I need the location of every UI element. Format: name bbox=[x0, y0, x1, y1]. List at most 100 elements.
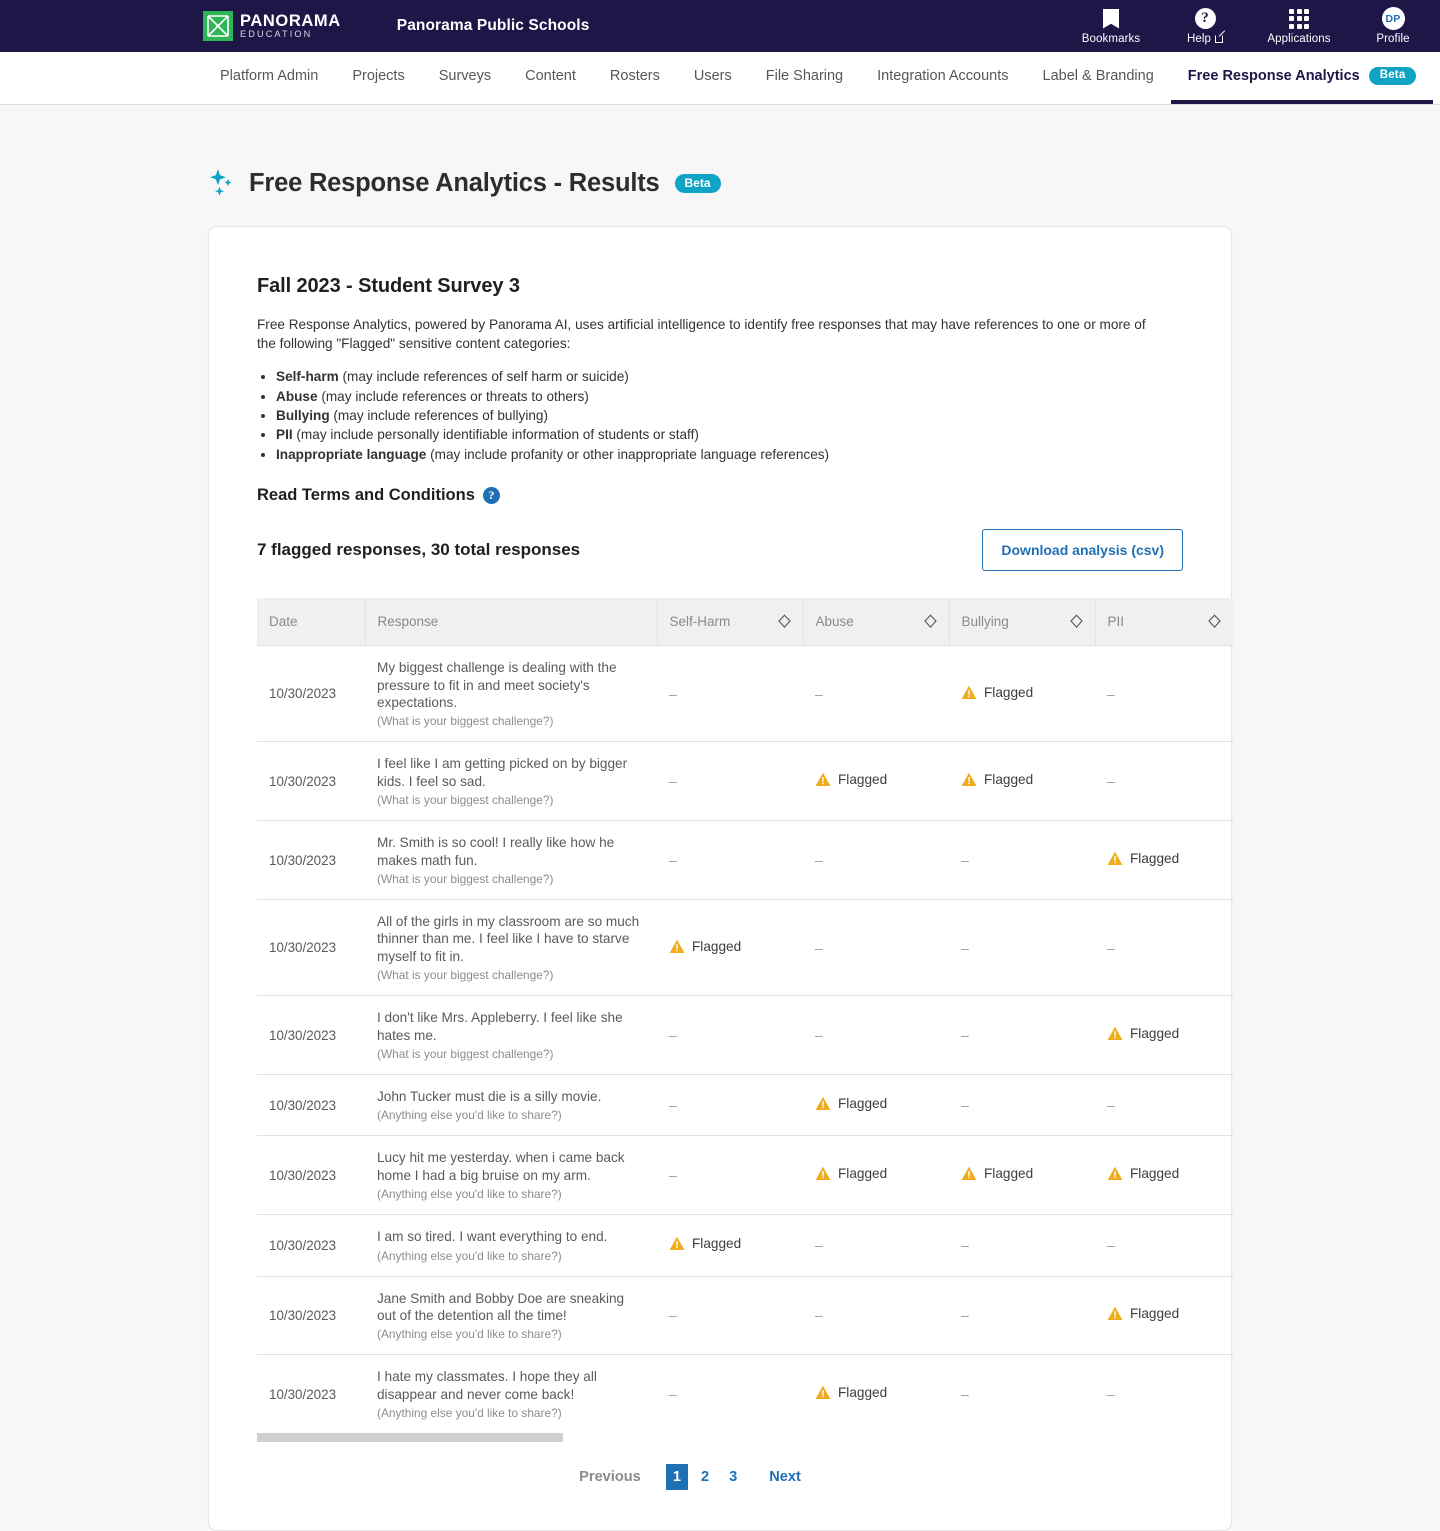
cell-response: Mr. Smith is so cool! I really like how … bbox=[365, 820, 657, 900]
cell-abuse: – bbox=[803, 1214, 949, 1277]
nav-item-success[interactable]: Succ bbox=[1433, 52, 1440, 104]
grid-icon bbox=[1289, 8, 1309, 30]
column-header-date: Date bbox=[257, 598, 366, 646]
flag-badge: Flagged bbox=[1107, 851, 1179, 866]
flag-label: Flagged bbox=[984, 772, 1034, 788]
pagination-previous[interactable]: Previous bbox=[579, 1469, 641, 1485]
cell-date: 10/30/2023 bbox=[257, 645, 365, 742]
cell-date: 10/30/2023 bbox=[257, 1214, 365, 1277]
column-header-bullying[interactable]: Bullying bbox=[949, 598, 1096, 646]
cell-self-harm: Flagged bbox=[657, 899, 803, 996]
nav-item-integration-accounts[interactable]: Integration Accounts bbox=[860, 52, 1025, 104]
flag-badge: Flagged bbox=[961, 772, 1033, 787]
nav-item-rosters[interactable]: Rosters bbox=[593, 52, 677, 104]
nav-item-free-response-analytics[interactable]: Free Response Analytics Beta bbox=[1170, 52, 1434, 104]
column-header-self-harm[interactable]: Self-Harm bbox=[657, 598, 804, 646]
empty-value: – bbox=[669, 1097, 677, 1114]
pagination-page-1[interactable]: 1 bbox=[665, 1464, 688, 1491]
profile-button[interactable]: DP Profile bbox=[1346, 0, 1440, 52]
sort-icon[interactable] bbox=[777, 614, 791, 629]
column-label: Abuse bbox=[815, 614, 854, 630]
panorama-logo[interactable]: PANORAMA EDUCATION bbox=[203, 11, 341, 41]
cell-abuse: Flagged bbox=[803, 741, 949, 821]
cell-bullying: Flagged bbox=[949, 741, 1095, 821]
empty-value: – bbox=[961, 1307, 969, 1324]
cell-self-harm: – bbox=[657, 741, 803, 821]
cell-bullying: – bbox=[949, 899, 1095, 996]
category-item-inappropriate-language: Inappropriate language (may include prof… bbox=[276, 445, 1183, 464]
pagination-page-2[interactable]: 2 bbox=[694, 1464, 716, 1490]
table-row[interactable]: 10/30/2023 My biggest challenge is dealin… bbox=[257, 645, 1233, 742]
sort-icon[interactable] bbox=[1208, 614, 1221, 629]
nav-item-users[interactable]: Users bbox=[677, 52, 749, 104]
bookmarks-button[interactable]: Bookmarks bbox=[1064, 0, 1158, 52]
empty-value: – bbox=[1107, 1237, 1115, 1254]
table-row[interactable]: 10/30/2023 John Tucker must die is a sill… bbox=[257, 1073, 1233, 1136]
help-button[interactable]: ? Help bbox=[1158, 0, 1252, 52]
nav-item-content[interactable]: Content bbox=[508, 52, 593, 104]
terms-and-conditions[interactable]: Read Terms and Conditions ? bbox=[257, 486, 1183, 505]
table-row[interactable]: 10/30/2023 Mr. Smith is so cool! I really… bbox=[257, 820, 1233, 900]
logo-wordmark: PANORAMA bbox=[240, 11, 341, 30]
nav-item-projects[interactable]: Projects bbox=[335, 52, 421, 104]
horizontal-scrollbar[interactable] bbox=[257, 1433, 1233, 1443]
cell-date: 10/30/2023 bbox=[257, 899, 365, 996]
pagination-next[interactable]: Next bbox=[769, 1469, 801, 1485]
cell-abuse: – bbox=[803, 1275, 949, 1355]
pagination-page-3[interactable]: 3 bbox=[722, 1464, 744, 1490]
empty-value: – bbox=[961, 1237, 969, 1254]
warning-triangle-icon bbox=[961, 772, 977, 787]
table-row[interactable]: 10/30/2023 I hate my classmates. I hope t… bbox=[257, 1354, 1233, 1434]
response-text: All of the girls in my classroom are so … bbox=[377, 914, 640, 964]
empty-value: – bbox=[669, 685, 677, 702]
horizontal-scrollbar-thumb[interactable] bbox=[257, 1433, 563, 1443]
empty-value: – bbox=[961, 1097, 969, 1114]
empty-value: – bbox=[961, 1386, 969, 1403]
cell-self-harm: – bbox=[657, 995, 803, 1075]
intro-paragraph: Free Response Analytics, powered by Pano… bbox=[257, 317, 1146, 351]
table-row[interactable]: 10/30/2023 I don't like Mrs. Appleberry. … bbox=[257, 995, 1233, 1075]
applications-button[interactable]: Applications bbox=[1252, 0, 1346, 52]
warning-triangle-icon bbox=[1107, 1306, 1123, 1321]
nav-item-file-sharing[interactable]: File Sharing bbox=[749, 52, 860, 104]
flagged-count-summary: 7 flagged responses, 30 total responses bbox=[257, 540, 581, 560]
table-row[interactable]: 10/30/2023 Lucy hit me yesterday. when i … bbox=[257, 1135, 1233, 1215]
category-desc: (may include personally identifiable inf… bbox=[296, 427, 699, 443]
cell-pii: – bbox=[1095, 645, 1233, 742]
bookmark-icon bbox=[1103, 8, 1119, 30]
nav-item-label-branding[interactable]: Label & Branding bbox=[1026, 52, 1171, 104]
category-item-bullying: Bullying (may include references of bull… bbox=[276, 406, 1183, 425]
cell-abuse: Flagged bbox=[803, 1354, 949, 1434]
cell-self-harm: – bbox=[657, 645, 803, 742]
table-row[interactable]: 10/30/2023 Jane Smith and Bobby Doe are s… bbox=[257, 1275, 1233, 1355]
response-question: (Anything else you'd like to share?) bbox=[377, 1187, 562, 1202]
nav-item-surveys[interactable]: Surveys bbox=[422, 52, 508, 104]
cell-self-harm: – bbox=[657, 1275, 803, 1355]
response-text: John Tucker must die is a silly movie. bbox=[377, 1088, 602, 1104]
cell-response: John Tucker must die is a silly movie. (A… bbox=[365, 1073, 657, 1136]
sort-icon[interactable] bbox=[923, 614, 937, 629]
download-analysis-button[interactable]: Download analysis (csv) bbox=[982, 529, 1183, 572]
sort-icon[interactable] bbox=[1069, 614, 1083, 629]
empty-value: – bbox=[1107, 685, 1115, 702]
table-row[interactable]: 10/30/2023 All of the girls in my classro… bbox=[257, 899, 1233, 996]
cell-response: I hate my classmates. I hope they all di… bbox=[365, 1354, 657, 1434]
cell-abuse: – bbox=[803, 899, 949, 996]
category-item-pii: PII (may include personally identifiable… bbox=[276, 425, 1183, 444]
cell-bullying: – bbox=[949, 1275, 1095, 1355]
warning-triangle-icon bbox=[961, 685, 977, 700]
table-row[interactable]: 10/30/2023 I am so tired. I want everythi… bbox=[257, 1214, 1233, 1277]
terms-label: Read Terms and Conditions bbox=[257, 486, 475, 505]
cell-self-harm: – bbox=[657, 820, 803, 900]
nav-item-platform-admin[interactable]: Platform Admin bbox=[203, 52, 335, 104]
category-name: Self-harm bbox=[276, 369, 339, 385]
flag-badge: Flagged bbox=[961, 1166, 1033, 1181]
response-text: Lucy hit me yesterday. when i came back … bbox=[377, 1150, 625, 1183]
column-header-abuse[interactable]: Abuse bbox=[803, 598, 950, 646]
category-name: Abuse bbox=[276, 388, 318, 404]
question-mark-icon[interactable]: ? bbox=[482, 487, 500, 505]
table-row[interactable]: 10/30/2023 I feel like I am getting picke… bbox=[257, 741, 1233, 821]
warning-triangle-icon bbox=[815, 1096, 831, 1111]
column-header-pii[interactable]: PII bbox=[1095, 598, 1233, 646]
avatar-icon: DP bbox=[1381, 7, 1405, 30]
